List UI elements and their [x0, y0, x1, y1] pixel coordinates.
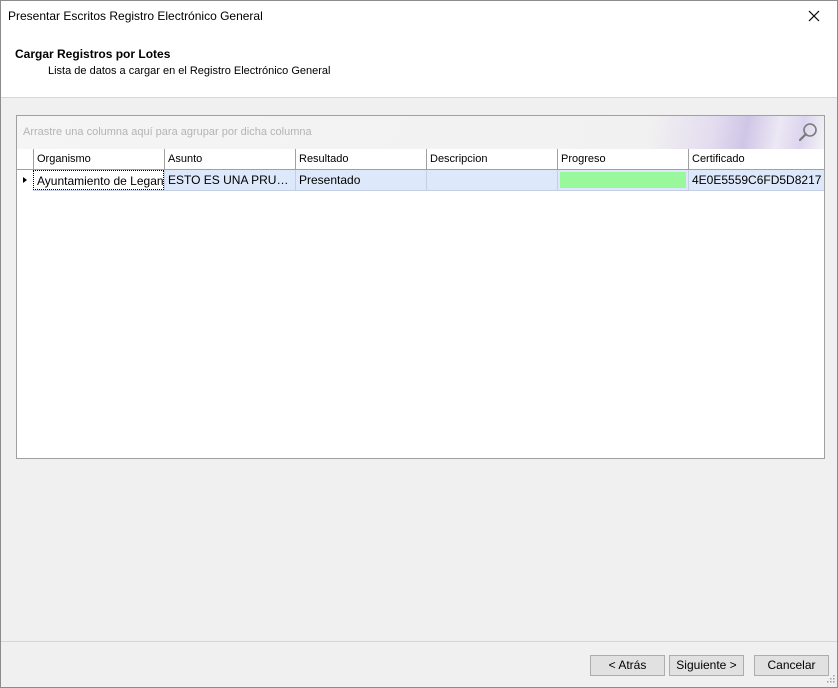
table-row[interactable]: Ayuntamiento de Leganés ESTO ES UNA PRUE… [33, 170, 824, 191]
cell-descripcion[interactable] [426, 170, 557, 190]
window-title: Presentar Escritos Registro Electrónico … [8, 9, 263, 23]
title-bar: Presentar Escritos Registro Electrónico … [1, 1, 837, 31]
group-panel-hint: Arrastre una columna aquí para agrupar p… [23, 126, 312, 138]
wizard-header: Cargar Registros por Lotes Lista de dato… [1, 31, 837, 98]
search-icon[interactable] [798, 122, 818, 142]
current-row-arrow-icon [23, 177, 27, 183]
column-header-progreso[interactable]: Progreso [557, 149, 688, 169]
group-by-panel[interactable]: Arrastre una columna aquí para agrupar p… [17, 116, 824, 150]
column-header-organismo[interactable]: Organismo [33, 149, 164, 169]
cell-progreso[interactable] [557, 170, 688, 190]
page-title: Cargar Registros por Lotes [15, 47, 171, 61]
column-header-row: Organismo Asunto Resultado Descripcion P… [17, 149, 824, 170]
column-header-certificado[interactable]: Certificado [688, 149, 824, 169]
column-header-resultado[interactable]: Resultado [295, 149, 426, 169]
progress-bar [560, 172, 686, 188]
cancel-button[interactable]: Cancelar [754, 655, 829, 676]
close-icon [808, 10, 820, 22]
progress-bar-fill [560, 172, 686, 188]
next-button[interactable]: Siguiente > [669, 655, 744, 676]
column-header-descripcion[interactable]: Descripcion [426, 149, 557, 169]
column-header-asunto[interactable]: Asunto [164, 149, 295, 169]
data-grid[interactable]: Arrastre una columna aquí para agrupar p… [16, 115, 825, 459]
footer-divider [1, 641, 837, 642]
cell-asunto[interactable]: ESTO ES UNA PRUEBA [164, 170, 295, 190]
cell-certificado[interactable]: 4E0E5559C6FD5D8217 [688, 170, 824, 190]
dialog-window: Presentar Escritos Registro Electrónico … [0, 0, 838, 688]
page-subtitle: Lista de datos a cargar en el Registro E… [48, 65, 331, 77]
cell-resultado[interactable]: Presentado [295, 170, 426, 190]
close-button[interactable] [791, 1, 837, 31]
back-button[interactable]: < Atrás [590, 655, 665, 676]
row-indicator-header [17, 149, 33, 169]
cell-organismo[interactable]: Ayuntamiento de Leganés [33, 170, 164, 190]
resize-grip-icon[interactable] [825, 675, 835, 685]
row-indicator[interactable] [17, 170, 33, 190]
